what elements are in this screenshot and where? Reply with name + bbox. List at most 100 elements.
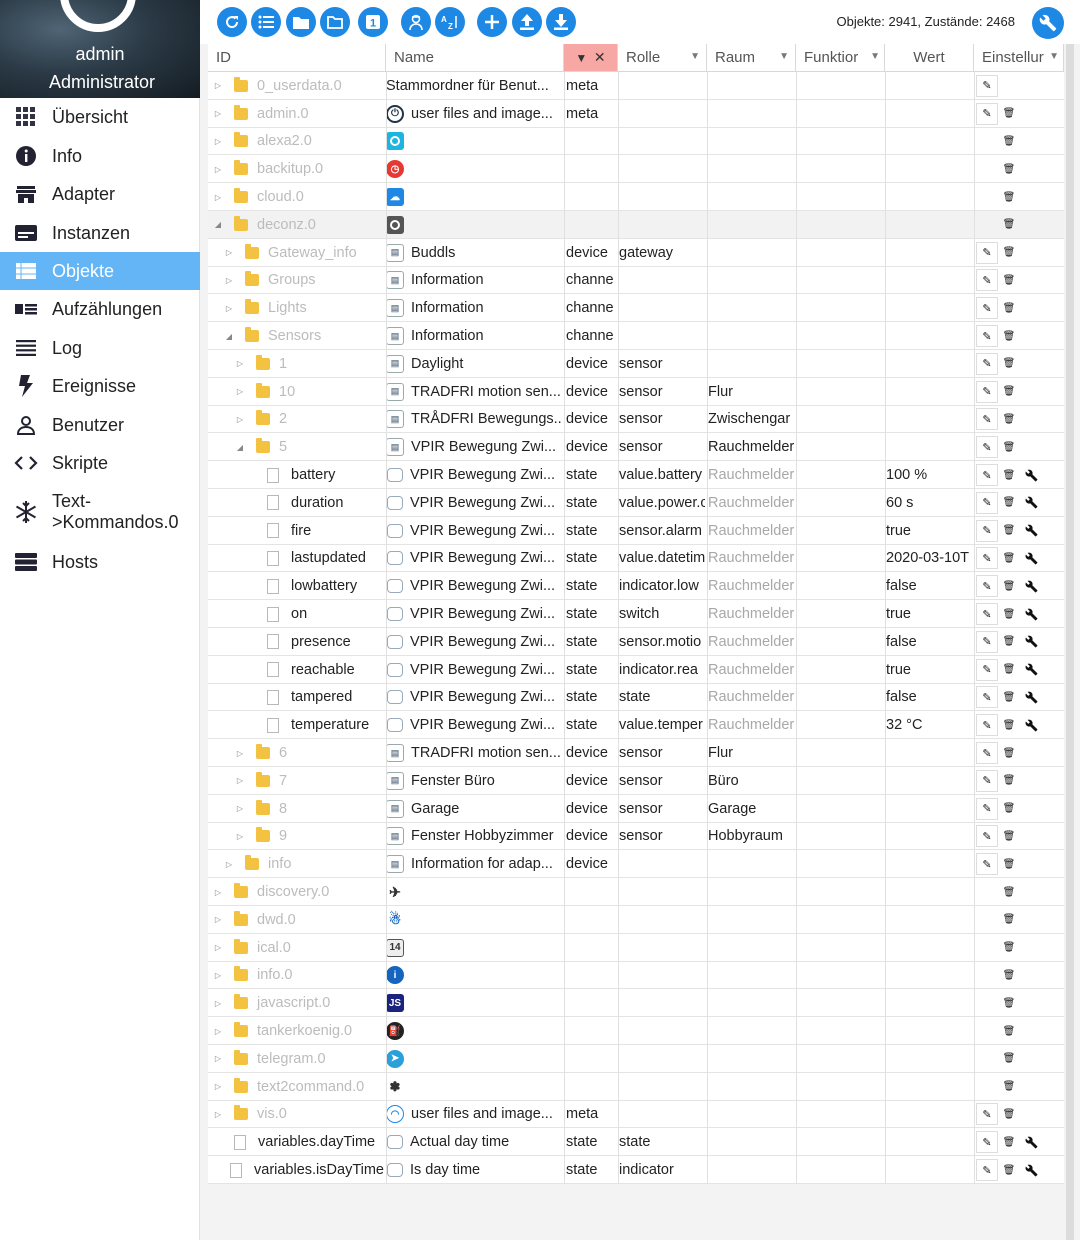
edit-button[interactable]: ✎	[976, 352, 998, 375]
delete-button[interactable]: 🗑	[998, 158, 1020, 180]
delete-button[interactable]: 🗑	[998, 214, 1020, 236]
delete-button[interactable]: 🗑	[998, 436, 1020, 458]
delete-button[interactable]: 🗑	[998, 964, 1020, 986]
expand-toggle-icon[interactable]: ▷	[223, 860, 235, 869]
table-row[interactable]: ▷ Lights ▤ Information channe ✎ 🗑	[208, 294, 1064, 323]
sidebar-item-info[interactable]: Info	[0, 137, 200, 175]
expand-toggle-icon[interactable]: ▷	[234, 776, 246, 785]
table-row[interactable]: ▷ 6 ▤ TRADFRI motion sen... device sensor…	[208, 739, 1064, 767]
delete-button[interactable]: 🗑	[998, 1131, 1020, 1153]
table-row[interactable]: ▷ info ▤ Information for adap... device ✎…	[208, 850, 1064, 879]
folder-open-button[interactable]	[320, 7, 350, 37]
delete-button[interactable]: 🗑	[998, 853, 1020, 875]
table-row[interactable]: ▷ telegram.0 ➤ 🗑	[208, 1045, 1064, 1073]
table-row[interactable]: ◢ 5 ▤ VPIR Bewegung Zwi... device sensor …	[208, 433, 1064, 462]
sort-az-button[interactable]: AZ	[435, 7, 465, 37]
edit-button[interactable]: ✎	[976, 325, 998, 348]
edit-button[interactable]: ✎	[976, 408, 998, 431]
expand-toggle-icon[interactable]: ▷	[212, 193, 224, 202]
delete-button[interactable]: 🗑	[998, 825, 1020, 847]
customize-button[interactable]	[1020, 464, 1042, 486]
delete-button[interactable]: 🗑	[998, 992, 1020, 1014]
sidebar-item-hosts[interactable]: Hosts	[0, 543, 200, 581]
delete-button[interactable]: 🗑	[998, 242, 1020, 264]
table-row[interactable]: fire VPIR Bewegung Zwi... state sensor.a…	[208, 516, 1064, 545]
edit-button[interactable]: ✎	[976, 797, 998, 820]
edit-button[interactable]: ✎	[976, 630, 998, 653]
delete-button[interactable]: 🗑	[998, 408, 1020, 430]
object-value[interactable]: false	[886, 634, 917, 650]
object-value[interactable]: true	[886, 662, 911, 678]
table-row[interactable]: ▷ 0_userdata.0 Stammordner für Benut... …	[208, 72, 1064, 100]
customize-button[interactable]	[1020, 520, 1042, 542]
delete-button[interactable]: 🗑	[998, 937, 1020, 959]
object-value[interactable]: 60 s	[886, 495, 913, 511]
settings-button[interactable]	[1032, 7, 1064, 39]
customize-button[interactable]	[1020, 492, 1042, 514]
table-row[interactable]: ▷ dwd.0 ☃ 🗑	[208, 906, 1064, 934]
object-value[interactable]: 2020-03-10T	[886, 550, 969, 566]
table-row[interactable]: presence VPIR Bewegung Zwi... state sens…	[208, 628, 1064, 656]
customize-button[interactable]	[1020, 547, 1042, 569]
edit-button[interactable]: ✎	[976, 74, 998, 97]
customize-button[interactable]	[1020, 631, 1042, 653]
table-row[interactable]: ▷ 2 ▤ TRÅDFRI Bewegungs... device sensor …	[208, 405, 1064, 434]
sidebar-item-text-kommandos-0[interactable]: Text- >Kommandos.0	[0, 484, 200, 540]
delete-button[interactable]: 🗑	[998, 659, 1020, 681]
delete-button[interactable]: 🗑	[998, 909, 1020, 931]
edit-button[interactable]: ✎	[976, 686, 998, 709]
col-header-name[interactable]: Name	[386, 44, 564, 72]
sidebar-item-adapter[interactable]: Adapter	[0, 175, 200, 213]
edit-button[interactable]: ✎	[976, 603, 998, 626]
edit-button[interactable]: ✎	[976, 742, 998, 765]
table-row[interactable]: ▷ 1 ▤ Daylight device sensor ✎ 🗑	[208, 350, 1064, 378]
edit-button[interactable]: ✎	[976, 547, 998, 570]
sidebar-item-objekte[interactable]: Objekte	[0, 252, 200, 290]
table-row[interactable]: ▷ 9 ▤ Fenster Hobbyzimmer device sensor H…	[208, 822, 1064, 851]
expand-toggle-icon[interactable]: ▷	[223, 304, 235, 313]
edit-button[interactable]: ✎	[976, 269, 998, 292]
delete-button[interactable]: 🗑	[998, 325, 1020, 347]
download-button[interactable]	[546, 7, 576, 37]
customize-button[interactable]	[1020, 1131, 1042, 1153]
edit-button[interactable]: ✎	[976, 575, 998, 598]
type-filter[interactable]: ▼ ✕	[564, 44, 618, 72]
refresh-button[interactable]	[217, 7, 247, 37]
expand-toggle-icon[interactable]: ▷	[234, 804, 246, 813]
expand-toggle-icon[interactable]: ▷	[212, 81, 224, 90]
table-row[interactable]: ▷ alexa2.0 🗑	[208, 127, 1064, 156]
table-row[interactable]: variables.dayTime Actual day time state …	[208, 1128, 1064, 1157]
table-row[interactable]: ▷ admin.0 ⏻ user files and image... meta …	[208, 99, 1064, 128]
edit-button[interactable]: ✎	[976, 297, 998, 320]
delete-button[interactable]: 🗑	[998, 575, 1020, 597]
expand-toggle-icon[interactable]: ▷	[212, 165, 224, 174]
table-row[interactable]: lowbattery VPIR Bewegung Zwi... state in…	[208, 572, 1064, 601]
edit-button[interactable]: ✎	[976, 714, 998, 737]
delete-button[interactable]: 🗑	[998, 881, 1020, 903]
table-row[interactable]: ▷ backitup.0 ◷ 🗑	[208, 155, 1064, 184]
clear-filter-icon[interactable]: ✕	[594, 49, 606, 66]
expand-toggle-icon[interactable]: ▷	[212, 1027, 224, 1036]
delete-button[interactable]: 🗑	[998, 186, 1020, 208]
expand-toggle-icon[interactable]: ▷	[212, 999, 224, 1008]
object-value[interactable]: false	[886, 689, 917, 705]
expand-toggle-icon[interactable]: ▷	[223, 248, 235, 257]
expand-toggle-icon[interactable]: ▷	[212, 943, 224, 952]
delete-button[interactable]: 🗑	[998, 520, 1020, 542]
table-row[interactable]: ▷ 10 ▤ TRADFRI motion sen... device senso…	[208, 377, 1064, 406]
expand-toggle-icon[interactable]: ▷	[212, 915, 224, 924]
delete-button[interactable]: 🗑	[998, 686, 1020, 708]
expand-toggle-icon[interactable]: ▷	[212, 1110, 224, 1119]
col-header-id[interactable]: ID	[208, 44, 386, 72]
expand-toggle-icon[interactable]: ▷	[234, 749, 246, 758]
object-value[interactable]: 32 °C	[886, 717, 922, 733]
table-row[interactable]: ▷ javascript.0 JS 🗑	[208, 989, 1064, 1018]
delete-button[interactable]: 🗑	[998, 297, 1020, 319]
edit-button[interactable]: ✎	[976, 853, 998, 876]
delete-button[interactable]: 🗑	[998, 1103, 1020, 1125]
col-header-role[interactable]: Rolle ▼	[618, 44, 707, 72]
delete-button[interactable]: 🗑	[998, 770, 1020, 792]
edit-button[interactable]: ✎	[976, 1159, 998, 1182]
delete-button[interactable]: 🗑	[998, 103, 1020, 125]
table-row[interactable]: ▷ text2command.0 ✽ 🗑	[208, 1072, 1064, 1101]
